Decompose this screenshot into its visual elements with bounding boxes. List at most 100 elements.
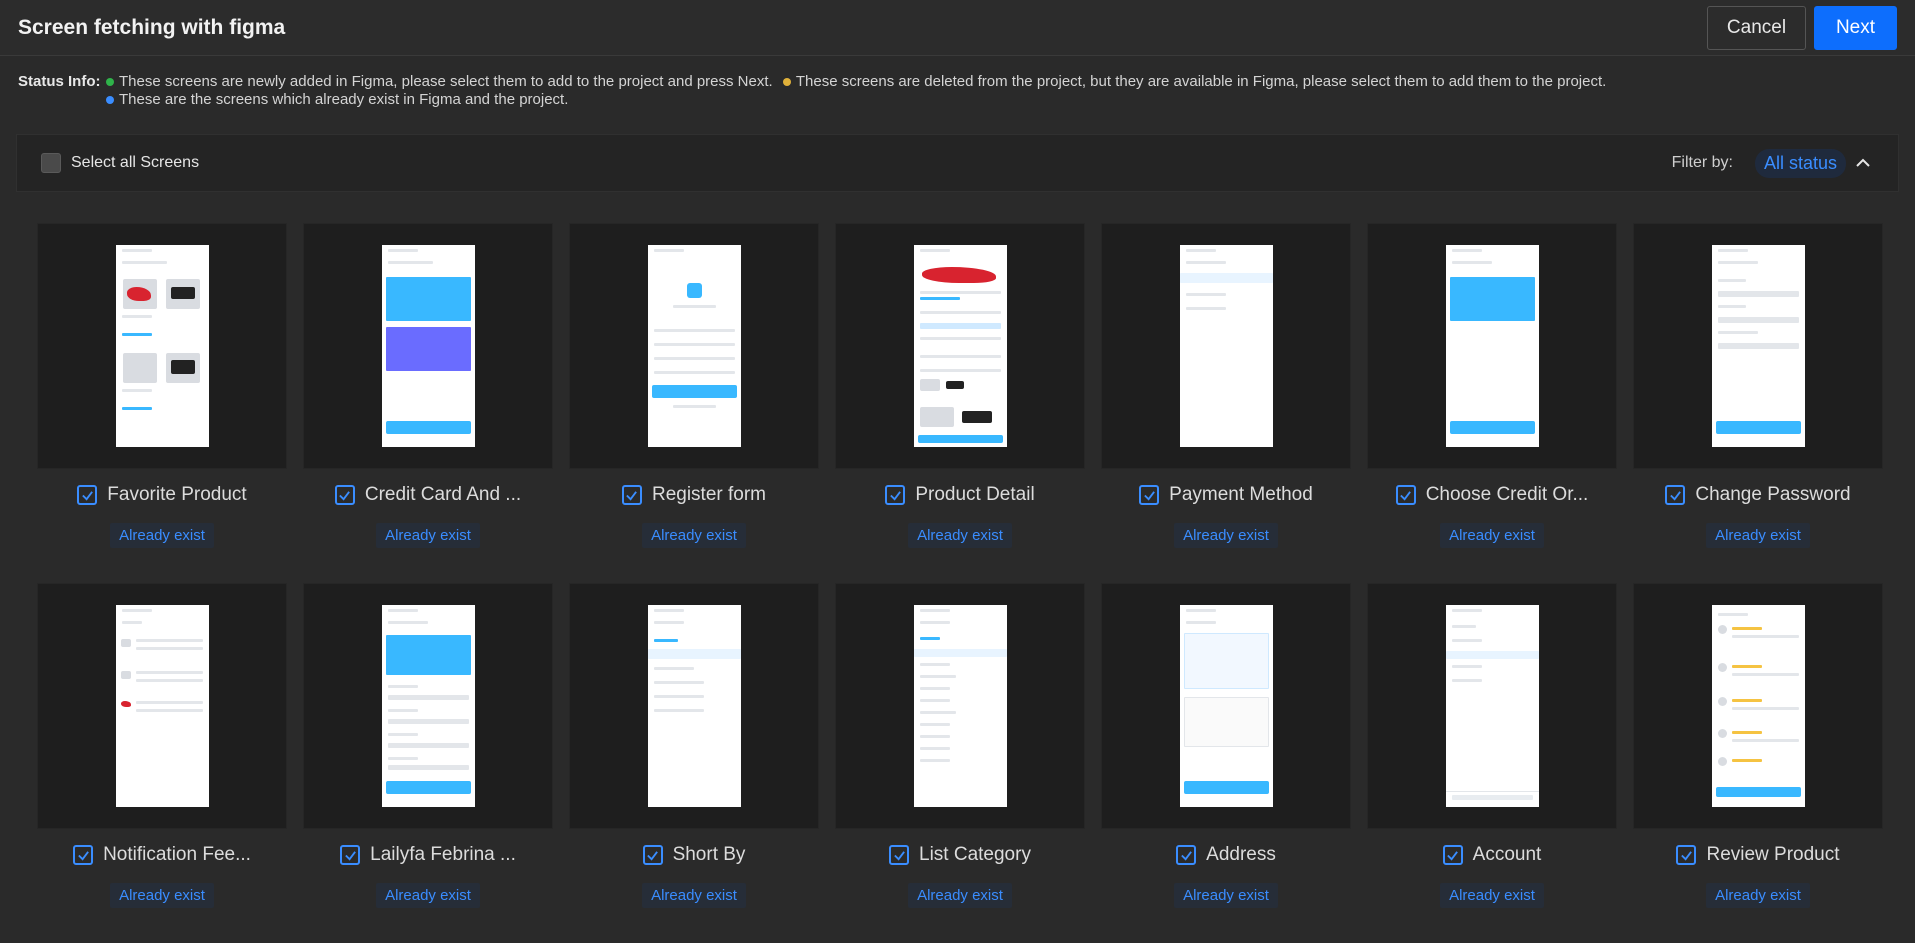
status-badge: Already exist — [642, 883, 746, 908]
blue-status-dot — [106, 95, 114, 104]
screen-thumbnail[interactable] — [835, 583, 1085, 829]
screen-name: List Category — [919, 844, 1031, 865]
screen-thumbnail[interactable] — [37, 583, 287, 829]
screen-checkbox[interactable] — [621, 485, 642, 505]
screen-checkbox[interactable] — [73, 845, 94, 865]
screen-card[interactable]: Change Password Already exist — [1633, 223, 1883, 583]
screen-card[interactable]: Account Already exist — [1367, 583, 1617, 943]
screen-name: Credit Card And ... — [364, 484, 522, 505]
status-badge: Already exist — [1440, 883, 1544, 908]
screen-name: Review Product — [1706, 844, 1840, 865]
screen-thumbnail[interactable] — [1367, 583, 1617, 829]
screen-thumbnail[interactable] — [1101, 223, 1351, 469]
status-blue-text: These are the screens which already exis… — [119, 91, 569, 108]
phone-preview — [1711, 245, 1805, 447]
screen-card[interactable]: Review Product Already exist — [1633, 583, 1883, 943]
yellow-status-dot — [782, 77, 791, 86]
filter-dropdown[interactable]: All status — [1754, 148, 1846, 178]
screen-checkbox[interactable] — [334, 485, 355, 505]
screen-card[interactable]: Payment Method Already exist — [1101, 223, 1351, 583]
screen-card[interactable]: Credit Card And ... Already exist — [303, 223, 553, 583]
phone-preview — [115, 605, 209, 807]
screen-checkbox[interactable] — [340, 845, 361, 865]
screen-card[interactable]: Short By Already exist — [569, 583, 819, 943]
screen-card[interactable]: List Category Already exist — [835, 583, 1085, 943]
phone-preview — [1179, 245, 1273, 447]
status-info-label: Status Info: — [18, 73, 101, 90]
screen-card[interactable]: Favorite Product Already exist — [37, 223, 287, 583]
phone-preview — [1179, 605, 1273, 807]
screens-grid: Favorite Product Already exist Credit Ca… — [37, 223, 1883, 943]
screen-card[interactable]: Register form Already exist — [569, 223, 819, 583]
status-badge: Already exist — [1706, 883, 1810, 908]
status-yellow-text: These screens are deleted from the proje… — [795, 73, 1607, 90]
next-button[interactable]: Next — [1814, 5, 1897, 50]
screen-thumbnail[interactable] — [303, 583, 553, 829]
phone-preview — [115, 245, 209, 447]
status-info: Status Info: These screens are newly add… — [0, 56, 1915, 134]
status-badge: Already exist — [110, 883, 214, 908]
phone-preview — [381, 245, 475, 447]
status-green-text: These screens are newly added in Figma, … — [119, 73, 773, 90]
phone-preview — [1445, 245, 1539, 447]
screen-checkbox[interactable] — [885, 485, 906, 505]
status-badge: Already exist — [376, 883, 480, 908]
screen-card[interactable]: Notification Fee... Already exist — [37, 583, 287, 943]
status-badge: Already exist — [908, 883, 1012, 908]
screen-checkbox[interactable] — [889, 845, 910, 865]
phone-preview — [913, 605, 1007, 807]
screen-thumbnail[interactable] — [835, 223, 1085, 469]
screen-thumbnail[interactable] — [1633, 223, 1883, 469]
screen-thumbnail[interactable] — [1367, 223, 1617, 469]
screen-thumbnail[interactable] — [569, 223, 819, 469]
screen-name: Choose Credit Or... — [1425, 484, 1589, 505]
screen-name: Payment Method — [1169, 484, 1313, 505]
screen-thumbnail[interactable] — [569, 583, 819, 829]
phone-preview — [913, 245, 1007, 447]
top-bar: Screen fetching with figma Cancel Next — [0, 0, 1915, 56]
screen-checkbox[interactable] — [1139, 485, 1160, 505]
screen-checkbox[interactable] — [1676, 845, 1697, 865]
screen-name: Account — [1472, 844, 1542, 865]
green-status-dot — [106, 77, 114, 86]
screen-checkbox[interactable] — [77, 485, 98, 505]
screen-name: Address — [1206, 844, 1276, 865]
screen-thumbnail[interactable] — [1633, 583, 1883, 829]
chevron-up-icon[interactable] — [1852, 152, 1874, 174]
cancel-button[interactable]: Cancel — [1707, 5, 1806, 50]
screen-checkbox[interactable] — [1442, 845, 1463, 865]
screen-card[interactable]: Choose Credit Or... Already exist — [1367, 223, 1617, 583]
screen-checkbox[interactable] — [1665, 485, 1686, 505]
filter-label: Filter by: — [1671, 154, 1733, 171]
screen-thumbnail[interactable] — [303, 223, 553, 469]
page-title: Screen fetching with figma — [18, 15, 286, 39]
status-badge: Already exist — [1706, 523, 1810, 548]
screen-card[interactable]: Address Already exist — [1101, 583, 1351, 943]
select-all-checkbox[interactable] — [41, 153, 61, 173]
select-all-label[interactable]: Select all Screens — [71, 154, 1672, 172]
status-badge: Already exist — [642, 523, 746, 548]
phone-preview — [647, 605, 741, 807]
screen-card[interactable]: Lailyfa Febrina ... Already exist — [303, 583, 553, 943]
selection-toolbar: Select all Screens Filter by: All status — [16, 134, 1899, 192]
screen-name: Change Password — [1695, 484, 1851, 505]
phone-preview — [1711, 605, 1805, 807]
status-badge: Already exist — [1174, 883, 1278, 908]
screen-name: Register form — [651, 484, 767, 505]
status-badge: Already exist — [1440, 523, 1544, 548]
screen-card[interactable]: Product Detail Already exist — [835, 223, 1085, 583]
screen-checkbox[interactable] — [1176, 845, 1197, 865]
screen-name: Lailyfa Febrina ... — [370, 844, 516, 865]
phone-preview — [647, 245, 741, 447]
screen-name: Product Detail — [915, 484, 1035, 505]
status-badge: Already exist — [908, 523, 1012, 548]
status-badge: Already exist — [110, 523, 214, 548]
phone-preview — [1445, 605, 1539, 807]
phone-preview — [381, 605, 475, 807]
screen-thumbnail[interactable] — [1101, 583, 1351, 829]
screen-name: Short By — [672, 844, 746, 865]
screen-thumbnail[interactable] — [37, 223, 287, 469]
screen-checkbox[interactable] — [1395, 485, 1416, 505]
screen-checkbox[interactable] — [642, 845, 663, 865]
status-badge: Already exist — [1174, 523, 1278, 548]
